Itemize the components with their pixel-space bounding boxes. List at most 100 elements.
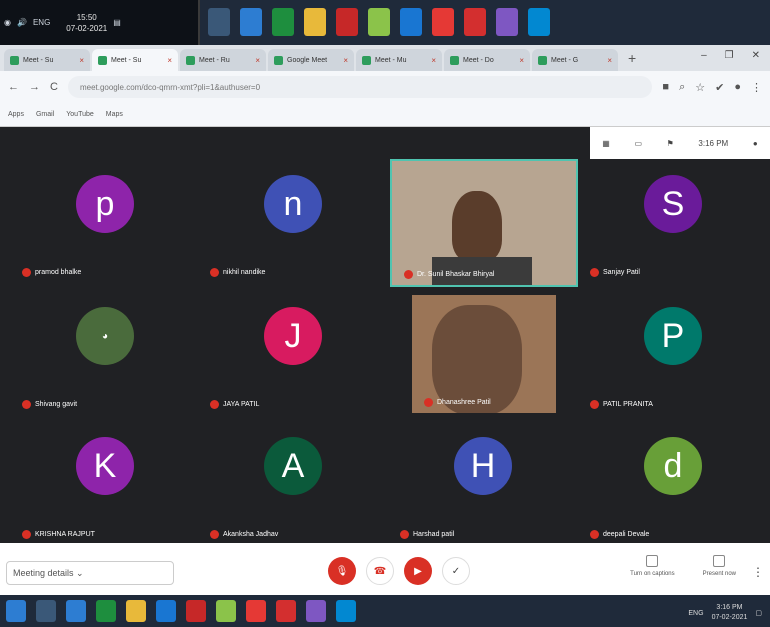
present-button[interactable]: Present now bbox=[703, 555, 736, 577]
participant-tile[interactable]: A Akanksha Jadhav bbox=[198, 423, 388, 553]
edge-browser-icon[interactable] bbox=[528, 8, 550, 36]
browser-tab[interactable]: Meet - Do × bbox=[444, 49, 530, 71]
participant-tile[interactable]: ◕ Shivang gavit bbox=[10, 293, 200, 423]
edge-icon[interactable] bbox=[66, 600, 86, 622]
bookmark-maps[interactable]: Maps bbox=[106, 111, 123, 118]
profile-icon[interactable]: ● bbox=[734, 81, 741, 93]
close-tab-icon[interactable]: × bbox=[79, 56, 84, 65]
browser-tab[interactable]: Meet - Mu × bbox=[356, 49, 442, 71]
video-feed[interactable]: Dhanashree Patil bbox=[412, 295, 556, 413]
edge-browser-icon[interactable] bbox=[336, 600, 356, 622]
browser-tab[interactable]: Google Meet × bbox=[268, 49, 354, 71]
chrome-icon[interactable] bbox=[432, 8, 454, 36]
notifications-icon[interactable]: ▢ bbox=[755, 609, 762, 617]
windows-top-taskbar: ◉ 🔊 ENG 15:50 07-02-2021 ▤ bbox=[0, 0, 770, 45]
language-indicator[interactable]: ENG bbox=[688, 610, 703, 617]
participant-tile[interactable]: P PATIL PRANITA bbox=[578, 293, 768, 423]
avatar: P bbox=[644, 307, 702, 365]
mic-toggle-button[interactable]: 🎙 bbox=[328, 557, 356, 585]
url-field[interactable]: meet.google.com/dco-qmrn-xmt?pli=1&authu… bbox=[67, 76, 653, 98]
opera-icon[interactable] bbox=[464, 8, 486, 36]
name-text: PATIL PRANITA bbox=[603, 401, 653, 408]
close-tab-icon[interactable]: × bbox=[167, 56, 172, 65]
taskbar-time: 3:16 PM bbox=[716, 604, 743, 611]
leave-call-button[interactable]: ☎ bbox=[366, 557, 394, 585]
captions-button[interactable]: Turn on captions bbox=[630, 555, 675, 577]
meeting-details-button[interactable]: Meeting details ⌄ bbox=[6, 561, 174, 585]
bookmark-apps[interactable]: Apps bbox=[8, 111, 24, 118]
new-tab-button[interactable]: + bbox=[620, 50, 644, 66]
participant-tile[interactable]: S Sanjay Patil bbox=[578, 161, 768, 291]
name-text: Shivang gavit bbox=[35, 401, 78, 408]
edge-icon[interactable] bbox=[240, 8, 262, 36]
participant-tile[interactable]: p pramod bhalke bbox=[10, 161, 200, 291]
chat-icon[interactable]: ▭ bbox=[634, 139, 642, 148]
reload-button[interactable]: C bbox=[50, 81, 58, 93]
meet-top-controls: ▦ ▭ ⚑ 3:16 PM ● bbox=[590, 127, 770, 159]
participant-tile[interactable]: d deepali Devale bbox=[578, 423, 768, 553]
forward-button[interactable]: → bbox=[29, 81, 40, 93]
network-icon[interactable]: ◉ bbox=[4, 18, 11, 27]
browser-tab[interactable]: Meet - G × bbox=[532, 49, 618, 71]
participant-tile[interactable]: J JAYA PATIL bbox=[198, 293, 388, 423]
name-text: pramod bhalke bbox=[35, 269, 82, 276]
excel-icon[interactable] bbox=[96, 600, 116, 622]
explorer-icon[interactable] bbox=[304, 8, 326, 36]
browser-tab[interactable]: Meet - Ru × bbox=[180, 49, 266, 71]
camera-toggle-button[interactable]: ▶ bbox=[404, 557, 432, 585]
taskbar-clock[interactable]: 3:16 PM 07-02-2021 bbox=[712, 603, 748, 623]
activities-icon[interactable]: ⚑ bbox=[667, 139, 674, 148]
word-icon[interactable] bbox=[156, 600, 176, 622]
acrobat-icon[interactable] bbox=[336, 8, 358, 36]
close-tab-icon[interactable]: × bbox=[607, 56, 612, 65]
video-feed[interactable]: Dr. Sunil Bhaskar Bhiryal bbox=[390, 159, 578, 287]
name-text: Dr. Sunil Bhaskar Bhiryal bbox=[417, 271, 495, 278]
star-icon[interactable]: ☆ bbox=[695, 81, 705, 94]
acrobat-icon[interactable] bbox=[186, 600, 206, 622]
opera-icon[interactable] bbox=[276, 600, 296, 622]
more-menu-icon[interactable]: ⋮ bbox=[752, 565, 764, 579]
maximize-button[interactable]: ❐ bbox=[725, 50, 734, 61]
app-icon[interactable] bbox=[368, 8, 390, 36]
app-icon[interactable] bbox=[216, 600, 236, 622]
word-icon[interactable] bbox=[400, 8, 422, 36]
excel-icon[interactable] bbox=[272, 8, 294, 36]
browser-tab[interactable]: Meet - Su × bbox=[4, 49, 90, 71]
explorer-icon[interactable] bbox=[126, 600, 146, 622]
participants-icon[interactable]: ▦ bbox=[602, 139, 610, 148]
close-tab-icon[interactable]: × bbox=[343, 56, 348, 65]
zoom-icon[interactable]: ⌕ bbox=[679, 81, 685, 94]
browser-tab[interactable]: Meet - Su × bbox=[92, 49, 178, 71]
chrome-icon[interactable] bbox=[246, 600, 266, 622]
more-options-button[interactable]: ✓ bbox=[442, 557, 470, 585]
back-button[interactable]: ← bbox=[8, 81, 19, 93]
bookmark-gmail[interactable]: Gmail bbox=[36, 111, 54, 118]
participant-tile[interactable]: n nikhil nandike bbox=[198, 161, 388, 291]
bookmark-youtube[interactable]: YouTube bbox=[66, 111, 94, 118]
participant-tile[interactable]: H Harshad patil bbox=[388, 423, 578, 553]
close-tab-icon[interactable]: × bbox=[519, 56, 524, 65]
close-tab-icon[interactable]: × bbox=[431, 56, 436, 65]
volume-icon[interactable]: 🔊 bbox=[17, 18, 27, 27]
meet-favicon bbox=[362, 55, 371, 65]
task-view-icon[interactable] bbox=[208, 8, 230, 36]
close-tab-icon[interactable]: × bbox=[255, 56, 260, 65]
teams-icon[interactable] bbox=[496, 8, 518, 36]
participant-tile[interactable]: K KRISHNA RAJPUT bbox=[10, 423, 200, 553]
minimize-button[interactable]: – bbox=[701, 50, 707, 61]
search-icon[interactable] bbox=[36, 600, 56, 622]
teams-icon[interactable] bbox=[306, 600, 326, 622]
extensions-icon[interactable]: ✔ bbox=[715, 81, 724, 94]
notifications-icon[interactable]: ▤ bbox=[113, 18, 121, 27]
system-clock[interactable]: 15:50 07-02-2021 bbox=[66, 12, 107, 34]
start-icon[interactable] bbox=[6, 600, 26, 622]
camera-icon[interactable]: ■ bbox=[662, 81, 669, 93]
language-indicator[interactable]: ENG bbox=[33, 18, 50, 27]
close-window-button[interactable]: ✕ bbox=[752, 50, 760, 61]
mic-off-icon bbox=[210, 400, 219, 409]
menu-icon[interactable]: ⋮ bbox=[751, 81, 762, 94]
name-text: Dhanashree Patil bbox=[437, 399, 491, 406]
self-avatar[interactable]: ● bbox=[753, 139, 758, 148]
person-head bbox=[452, 191, 502, 261]
participant-name: Shivang gavit bbox=[22, 400, 77, 409]
